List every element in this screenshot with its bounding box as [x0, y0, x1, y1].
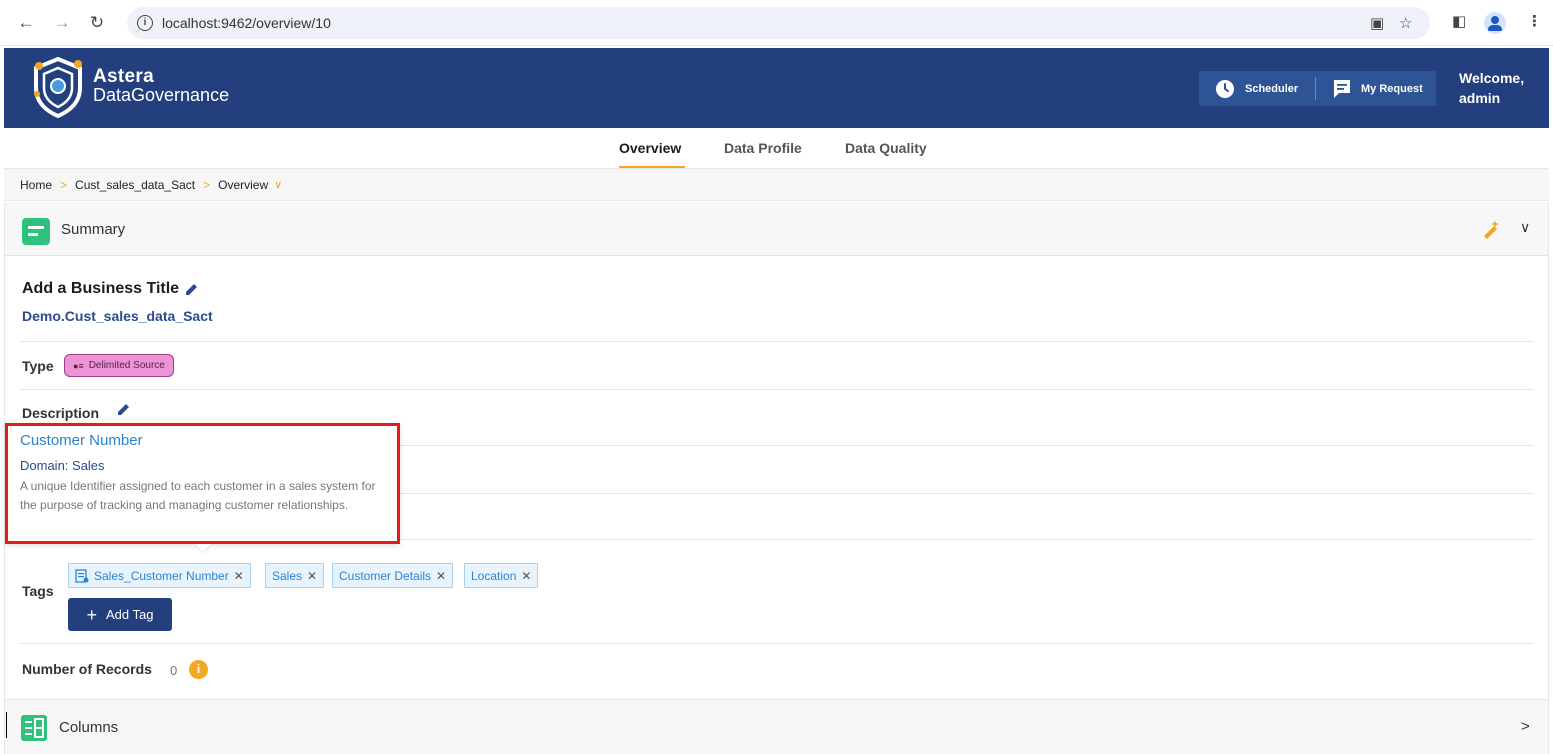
scheduler-button[interactable]: Scheduler: [1215, 71, 1298, 106]
breadcrumb-chevron-icon: >: [203, 177, 211, 192]
breadcrumb-home[interactable]: Home: [20, 178, 52, 192]
welcome-text: Welcome,: [1459, 70, 1525, 86]
info-icon[interactable]: i: [189, 660, 208, 679]
breadcrumb-chevron-icon: >: [60, 177, 68, 192]
tag-label: Sales_Customer Number: [94, 568, 229, 583]
summary-title: Summary: [61, 221, 126, 238]
header-actions: Scheduler My Request: [1199, 71, 1436, 106]
tooltip-domain: Domain: Sales: [20, 458, 105, 473]
remove-tag-icon[interactable]: ✕: [436, 569, 446, 583]
glossary-tooltip: Customer Number Domain: Sales A unique I…: [5, 423, 400, 544]
divider: [19, 643, 1534, 644]
bookmark-star-icon[interactable]: ☆: [1399, 14, 1412, 32]
remove-tag-icon[interactable]: ✕: [521, 569, 531, 583]
type-value: Delimited Source: [88, 360, 165, 371]
forward-arrow-icon[interactable]: →: [51, 12, 73, 34]
breadcrumb-dropdown-icon[interactable]: ∨: [274, 178, 282, 191]
divider: [19, 389, 1534, 390]
browser-menu-icon[interactable]: ⋮: [1527, 12, 1542, 30]
profile-avatar-icon[interactable]: [1484, 12, 1506, 34]
remove-tag-icon[interactable]: ✕: [234, 569, 244, 583]
tag-chip[interactable]: Sales_Customer Number ✕: [68, 563, 251, 588]
brand-line2: DataGovernance: [93, 85, 230, 105]
delimited-source-icon: ●≡: [73, 360, 84, 371]
edit-pencil-icon[interactable]: [185, 282, 199, 296]
tag-chip[interactable]: Sales ✕: [265, 563, 325, 588]
install-app-icon[interactable]: ▣: [1370, 14, 1384, 32]
scheduler-label: Scheduler: [1245, 82, 1299, 95]
tag-chip[interactable]: Customer Details ✕: [332, 563, 454, 588]
my-request-label: My Request: [1361, 82, 1423, 95]
tooltip-title[interactable]: Customer Number: [20, 432, 143, 449]
page-tabs: Overview Data Profile Data Quality: [0, 130, 1553, 170]
browser-toolbar: ← → ↻ i localhost:9462/overview/10 ▣ ☆ ◧…: [0, 0, 1553, 46]
records-value: 0: [170, 663, 178, 678]
summary-header[interactable]: Summary ∨: [5, 202, 1548, 256]
records-label: Number of Records: [22, 661, 152, 677]
remove-tag-icon[interactable]: ✕: [307, 569, 317, 583]
tab-overview[interactable]: Overview: [619, 140, 681, 156]
welcome-user[interactable]: Welcome, admin: [1459, 68, 1524, 108]
chat-request-icon: [1334, 79, 1350, 98]
glossary-term-icon: [75, 568, 89, 583]
tag-chip[interactable]: Location ✕: [464, 563, 539, 588]
magic-wand-icon[interactable]: [1481, 219, 1501, 244]
edit-description-icon[interactable]: [117, 402, 131, 416]
url-text[interactable]: localhost:9462/overview/10: [162, 15, 331, 31]
breadcrumb-dataset[interactable]: Cust_sales_data_Sact: [75, 178, 195, 192]
brand-name: Astera DataGovernance: [93, 66, 230, 105]
tooltip-arrow: [195, 544, 211, 552]
tab-data-profile[interactable]: Data Profile: [724, 140, 802, 156]
tags-label: Tags: [22, 583, 54, 599]
my-request-button[interactable]: My Request: [1333, 71, 1423, 106]
columns-header[interactable]: Columns >: [5, 699, 1548, 754]
side-panel-icon[interactable]: ◧: [1452, 12, 1466, 30]
clock-icon: [1216, 79, 1234, 98]
cursor-mark: [6, 712, 7, 738]
reload-icon[interactable]: ↻: [86, 12, 108, 34]
collapse-chevron-icon[interactable]: ∨: [1520, 219, 1530, 236]
brand-line1: Astera: [93, 66, 154, 87]
astera-logo-icon: [34, 56, 82, 118]
add-tag-label: Add Tag: [106, 607, 154, 622]
columns-icon: [21, 715, 47, 741]
tooltip-description: A unique Identifier assigned to each cus…: [20, 479, 376, 512]
back-arrow-icon[interactable]: ←: [15, 12, 37, 34]
app-header: Astera DataGovernance Scheduler My Reque…: [4, 48, 1549, 128]
address-bar[interactable]: i localhost:9462/overview/10 ▣ ☆: [127, 7, 1430, 39]
summary-icon: [22, 218, 50, 245]
breadcrumb-current[interactable]: Overview: [218, 178, 268, 192]
expand-chevron-icon[interactable]: >: [1521, 718, 1530, 735]
tag-label: Location: [471, 568, 517, 583]
add-tag-button[interactable]: + Add Tag: [68, 598, 172, 631]
dataset-name: Demo.Cust_sales_data_Sact: [22, 308, 213, 324]
plus-icon: +: [86, 604, 98, 625]
type-label: Type: [22, 358, 54, 374]
description-label: Description: [22, 405, 100, 421]
tag-label: Customer Details: [339, 568, 432, 583]
tab-data-quality[interactable]: Data Quality: [845, 140, 927, 156]
type-badge: ●≡ Delimited Source: [64, 354, 174, 377]
business-title[interactable]: Add a Business Title: [22, 280, 199, 298]
divider: [19, 341, 1534, 342]
tag-label: Sales: [272, 568, 303, 583]
breadcrumb: Home > Cust_sales_data_Sact > Overview ∨: [4, 168, 1549, 201]
header-divider: [1315, 77, 1316, 100]
columns-title: Columns: [59, 719, 119, 736]
business-title-text: Add a Business Title: [22, 280, 180, 297]
site-info-icon[interactable]: i: [137, 15, 153, 31]
username-text: admin: [1459, 90, 1501, 106]
